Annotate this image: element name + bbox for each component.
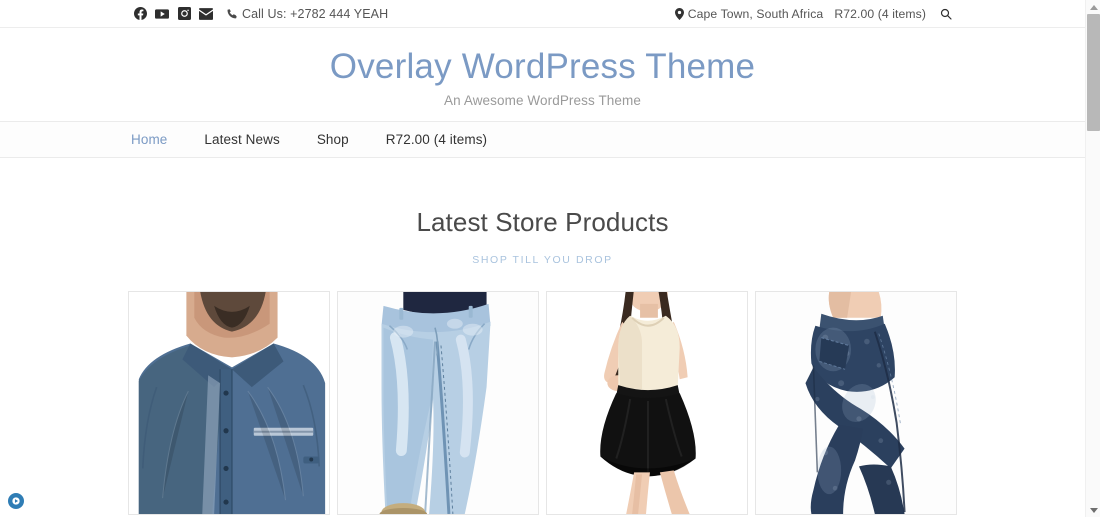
product-image-dark-blue-jeggings	[756, 292, 956, 514]
facebook-icon[interactable]	[129, 0, 151, 27]
page-viewport: Call Us: +2782 444 YEAH Cape Town, South…	[0, 0, 1085, 517]
product-card-dark-blue-jeggings[interactable]	[755, 291, 957, 515]
main-navigation: Home Latest News Shop R72.00 (4 items)	[0, 121, 1085, 158]
map-pin-icon	[674, 7, 684, 20]
product-card-light-blue-jeans[interactable]	[337, 291, 539, 515]
section-title: Latest Store Products	[416, 207, 669, 237]
play-circle-icon[interactable]	[8, 493, 24, 509]
latest-products-section: Latest Store Products SHOP TILL YOU DROP	[0, 158, 1085, 515]
phone-contact[interactable]: Call Us: +2782 444 YEAH	[226, 7, 388, 21]
product-image-light-blue-jeans	[338, 292, 538, 514]
youtube-icon[interactable]	[151, 0, 173, 27]
product-image-mens-blue-shirt	[129, 292, 329, 514]
phone-icon	[226, 8, 237, 19]
scroll-up-arrow[interactable]	[1086, 0, 1100, 14]
nav-item-shop[interactable]: Shop	[317, 132, 349, 147]
phone-text: Call Us: +2782 444 YEAH	[242, 6, 389, 21]
product-image-black-skater-skirt	[547, 292, 747, 514]
nav-item-latest-news[interactable]: Latest News	[204, 132, 279, 147]
location-indicator: Cape Town, South Africa	[674, 6, 824, 21]
topbar-right-group: Cape Town, South Africa R72.00 (4 items)	[674, 0, 952, 27]
page-scrollbar[interactable]	[1085, 0, 1100, 517]
section-subtitle: SHOP TILL YOU DROP	[472, 254, 613, 266]
product-card-mens-blue-shirt[interactable]	[128, 291, 330, 515]
scrollbar-thumb[interactable]	[1087, 14, 1100, 131]
page-title[interactable]: Overlay WordPress Theme	[330, 46, 755, 88]
instagram-icon[interactable]	[173, 0, 195, 27]
browser-page: Call Us: +2782 444 YEAH Cape Town, South…	[0, 0, 1100, 517]
nav-item-home[interactable]: Home	[131, 132, 167, 147]
search-icon[interactable]	[940, 8, 952, 20]
location-text: Cape Town, South Africa	[687, 6, 824, 21]
email-icon[interactable]	[195, 0, 217, 27]
scroll-down-arrow[interactable]	[1086, 503, 1100, 517]
product-grid	[0, 291, 1085, 515]
topbar-cart-link[interactable]: R72.00 (4 items)	[834, 7, 926, 21]
site-tagline: An Awesome WordPress Theme	[444, 92, 641, 108]
site-branding: Overlay WordPress Theme An Awesome WordP…	[0, 28, 1085, 121]
product-card-black-skater-skirt[interactable]	[546, 291, 748, 515]
topbar-left-group: Call Us: +2782 444 YEAH	[129, 0, 388, 27]
nav-item-cart[interactable]: R72.00 (4 items)	[386, 132, 487, 147]
top-utility-bar: Call Us: +2782 444 YEAH Cape Town, South…	[0, 0, 1085, 28]
